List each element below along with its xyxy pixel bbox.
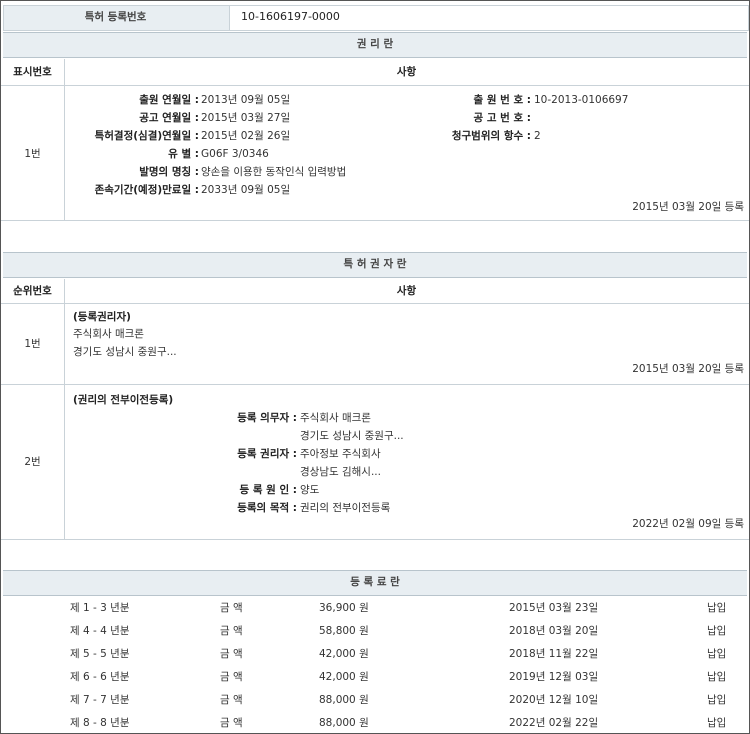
owner-row-2-value-purpose: 권리의 전부이전등록 — [300, 502, 391, 514]
fee-payment-date: 2019년 12월 03일 — [509, 671, 599, 683]
fee-amount: 88,000 원 — [319, 694, 369, 706]
owner-row-2-registration-date: 2022년 02월 09일 등록 — [632, 518, 744, 530]
fee-status: 납입 — [707, 625, 727, 637]
owner-row-1-registration-date: 2015년 03월 20일 등록 — [632, 363, 744, 375]
owners-col-content: 사항 — [396, 285, 417, 297]
rights-label-claims-count: 청구범위의 항수 : — [451, 130, 531, 142]
fee-payment-date: 2018년 11월 22일 — [509, 648, 599, 660]
rights-label-classification: 유 별 : — [168, 148, 199, 160]
patent-register-document: 특허 등록번호 10-1606197-0000 권 리 란 표시번호 사항 1번… — [0, 0, 750, 734]
owner-row-1-bottom — [1, 383, 749, 385]
owners-section-title: 특 허 권 자 란 — [343, 258, 407, 270]
owner-row-2-label-obligor: 등록 의무자 : — [237, 412, 297, 424]
rights-label-expiry-date: 존속기간(예정)만료일 : — [94, 184, 199, 196]
fees-section-title: 등 록 료 란 — [350, 576, 400, 588]
owner-row-2-heading: (권리의 전부이전등록) — [73, 394, 174, 406]
fee-payment-date: 2015년 03월 23일 — [509, 602, 599, 614]
registration-number-value: 10-1606197-0000 — [241, 10, 340, 23]
owner-row-2-label-cause: 등 록 원 인 : — [239, 484, 297, 496]
fee-status: 납입 — [707, 671, 727, 683]
fee-period: 제 8 - 8 년분 — [70, 717, 130, 729]
fee-status: 납입 — [707, 648, 727, 660]
owner-row-2-holder-address: 경상남도 김해시... — [300, 466, 381, 478]
rights-value-classification: G06F 3/0346 — [201, 148, 269, 160]
owners-col-num: 순위번호 — [13, 285, 52, 297]
fee-period: 제 4 - 4 년분 — [70, 625, 130, 637]
fee-status: 납입 — [707, 717, 727, 729]
owner-row-2-obligor-address: 경기도 성남시 중원구... — [300, 430, 404, 442]
rights-label-application-number: 출 원 번 호 : — [473, 94, 531, 106]
registration-number-row: 특허 등록번호 10-1606197-0000 — [1, 5, 749, 31]
fee-period: 제 6 - 6 년분 — [70, 671, 130, 683]
fee-status: 납입 — [707, 694, 727, 706]
fee-amount-label: 금 액 — [220, 648, 243, 660]
owner-row-1-name: 주식회사 매크론 — [73, 328, 144, 340]
fee-amount: 42,000 원 — [319, 648, 369, 660]
fee-amount: 36,900 원 — [319, 602, 369, 614]
rights-label-publication-date: 공고 연월일 : — [139, 112, 199, 124]
fee-amount-label: 금 액 — [220, 602, 243, 614]
fee-amount-label: 금 액 — [220, 717, 243, 729]
fee-amount-label: 금 액 — [220, 694, 243, 706]
owner-row-2-value-obligor: 주식회사 매크론 — [300, 412, 371, 424]
fee-payment-date: 2018년 03월 20일 — [509, 625, 599, 637]
fee-amount: 58,800 원 — [319, 625, 369, 637]
fee-amount-label: 금 액 — [220, 671, 243, 683]
fee-period: 제 1 - 3 년분 — [70, 602, 130, 614]
fee-period: 제 5 - 5 년분 — [70, 648, 130, 660]
rights-value-decision-date: 2015년 02월 26일 — [201, 130, 291, 142]
rights-col-num: 표시번호 — [13, 66, 52, 78]
owner-row-1-heading: (등록권리자) — [73, 311, 131, 323]
rights-row-num: 1번 — [24, 148, 41, 160]
rights-section-title: 권 리 란 — [356, 38, 394, 50]
fee-period: 제 7 - 7 년분 — [70, 694, 130, 706]
rights-value-expiry-date: 2033년 09월 05일 — [201, 184, 291, 196]
rights-value-invention-title: 양손을 이용한 동작인식 입력방법 — [201, 166, 347, 178]
fee-amount-label: 금 액 — [220, 625, 243, 637]
rights-col-content: 사항 — [396, 66, 417, 78]
owner-row-2-num: 2번 — [24, 456, 41, 468]
rights-registration-date: 2015년 03월 20일 등록 — [632, 201, 744, 213]
owner-row-2-bottom — [1, 538, 749, 540]
fee-status: 납입 — [707, 602, 727, 614]
owner-row-1-num: 1번 — [24, 338, 41, 350]
owner-row-2-label-purpose: 등록의 목적 : — [237, 502, 297, 514]
rights-row-bottom — [1, 219, 749, 221]
fee-payment-date: 2020년 12월 10일 — [509, 694, 599, 706]
rights-value-claims-count: 2 — [534, 130, 541, 142]
rights-label-decision-date: 특허결정(심결)연월일 : — [94, 130, 199, 142]
fee-amount: 42,000 원 — [319, 671, 369, 683]
rights-value-application-date: 2013년 09월 05일 — [201, 94, 291, 106]
rights-label-invention-title: 발명의 명칭 : — [139, 166, 199, 178]
rights-label-application-date: 출원 연월일 : — [139, 94, 199, 106]
registration-number-label: 특허 등록번호 — [84, 11, 147, 23]
owner-row-1-address: 경기도 성남시 중원구... — [73, 346, 177, 358]
owner-row-2-value-holder: 주아정보 주식회사 — [300, 448, 381, 460]
owner-row-2-label-holder: 등록 권리자 : — [237, 448, 297, 460]
fee-payment-date: 2022년 02월 22일 — [509, 717, 599, 729]
owners-divider — [64, 279, 65, 539]
rights-label-publication-number: 공 고 번 호 : — [473, 112, 531, 124]
rights-value-publication-date: 2015년 03월 27일 — [201, 112, 291, 124]
fee-amount: 88,000 원 — [319, 717, 369, 729]
owner-row-2-value-cause: 양도 — [300, 484, 320, 496]
rights-value-application-number: 10-2013-0106697 — [534, 94, 629, 106]
